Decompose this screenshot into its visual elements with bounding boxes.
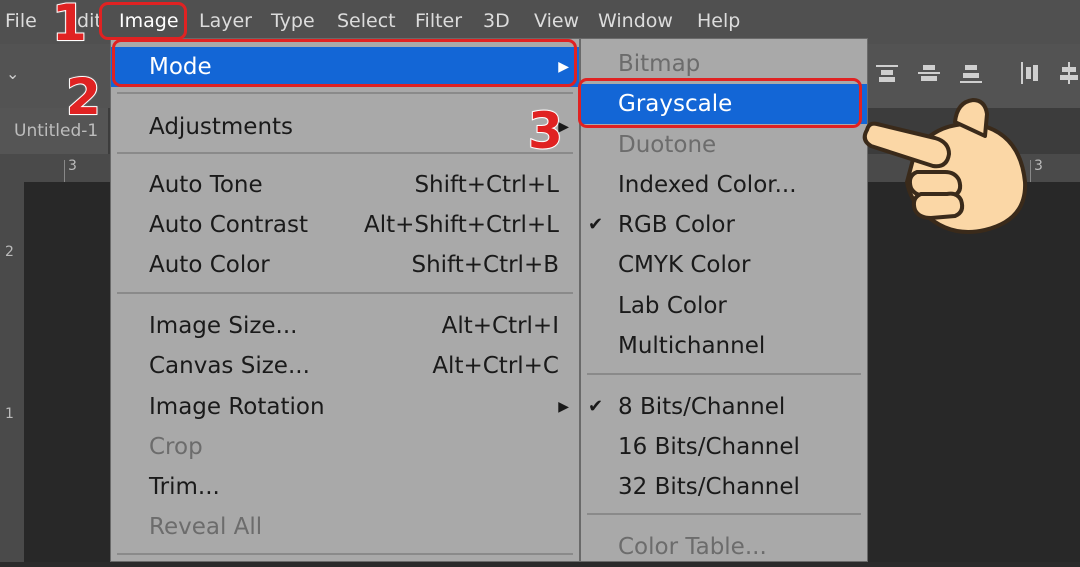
highlight-box-mode (112, 39, 577, 87)
menu-3d[interactable]: 3D (483, 9, 510, 33)
ruler-label: 3 (68, 158, 77, 174)
menu-type[interactable]: Type (271, 9, 315, 33)
ruler-label: 3 (1034, 158, 1043, 174)
menu-item-canvas-size[interactable]: Canvas Size... Alt+Ctrl+C (111, 346, 579, 386)
menu-item-reveal-all[interactable]: Reveal All (111, 507, 579, 547)
highlight-box-image (99, 2, 187, 40)
menu-item-auto-color[interactable]: Auto Color Shift+Ctrl+B (111, 245, 579, 285)
checkmark-icon: ✔ (588, 396, 604, 417)
menu-file[interactable]: File (5, 9, 37, 33)
align-top-icon[interactable] (876, 62, 898, 84)
chevron-down-icon[interactable]: ⌄ (6, 64, 19, 83)
submenu-item-lab-color[interactable]: Lab Color (581, 286, 867, 326)
ruler-label: 2 (5, 244, 14, 260)
menu-help[interactable]: Help (697, 9, 740, 33)
menu-item-crop[interactable]: Crop (111, 427, 579, 467)
submenu-item-16-bits[interactable]: 16 Bits/Channel (581, 427, 867, 467)
menu-item-trim[interactable]: Trim... (111, 467, 579, 507)
submenu-item-duotone[interactable]: Duotone (581, 125, 867, 165)
ruler-label: 1 (5, 406, 14, 422)
align-left-icon[interactable] (1018, 62, 1040, 84)
vertical-ruler: 2 1 (0, 154, 24, 562)
submenu-item-8-bits[interactable]: ✔ 8 Bits/Channel (581, 387, 867, 427)
menu-item-auto-tone[interactable]: Auto Tone Shift+Ctrl+L (111, 165, 579, 205)
submenu-item-multichannel[interactable]: Multichannel (581, 326, 867, 366)
step-number-2: 2 (65, 68, 102, 126)
menu-window[interactable]: Window (598, 9, 673, 33)
step-number-1: 1 (51, 0, 88, 52)
menu-layer[interactable]: Layer (199, 9, 252, 33)
menu-item-auto-contrast[interactable]: Auto Contrast Alt+Shift+Ctrl+L (111, 205, 579, 245)
align-bottom-icon[interactable] (960, 62, 982, 84)
image-menu: Mode ▶ Adjustments ▶ Auto Tone Shift+Ctrl+L… (110, 38, 580, 562)
align-hcenter-icon[interactable] (1058, 62, 1080, 84)
checkmark-icon: ✔ (588, 214, 604, 235)
align-vcenter-icon[interactable] (918, 62, 940, 84)
menu-select[interactable]: Select (337, 9, 396, 33)
menu-item-adjustments[interactable]: Adjustments ▶ (111, 107, 579, 147)
submenu-item-indexed-color[interactable]: Indexed Color... (581, 165, 867, 205)
menu-view[interactable]: View (534, 9, 579, 33)
menu-item-image-rotation[interactable]: Image Rotation ▶ (111, 387, 579, 427)
menu-filter[interactable]: Filter (415, 9, 462, 33)
submenu-item-rgb-color[interactable]: ✔ RGB Color (581, 205, 867, 245)
menu-item-image-size[interactable]: Image Size... Alt+Ctrl+I (111, 306, 579, 346)
highlight-box-grayscale (578, 78, 862, 128)
step-number-3: 3 (527, 102, 564, 160)
pointing-hand-icon (862, 98, 1028, 234)
submenu-item-cmyk-color[interactable]: CMYK Color (581, 245, 867, 285)
submenu-item-color-table[interactable]: Color Table... (581, 527, 867, 567)
submenu-item-32-bits[interactable]: 32 Bits/Channel (581, 467, 867, 507)
